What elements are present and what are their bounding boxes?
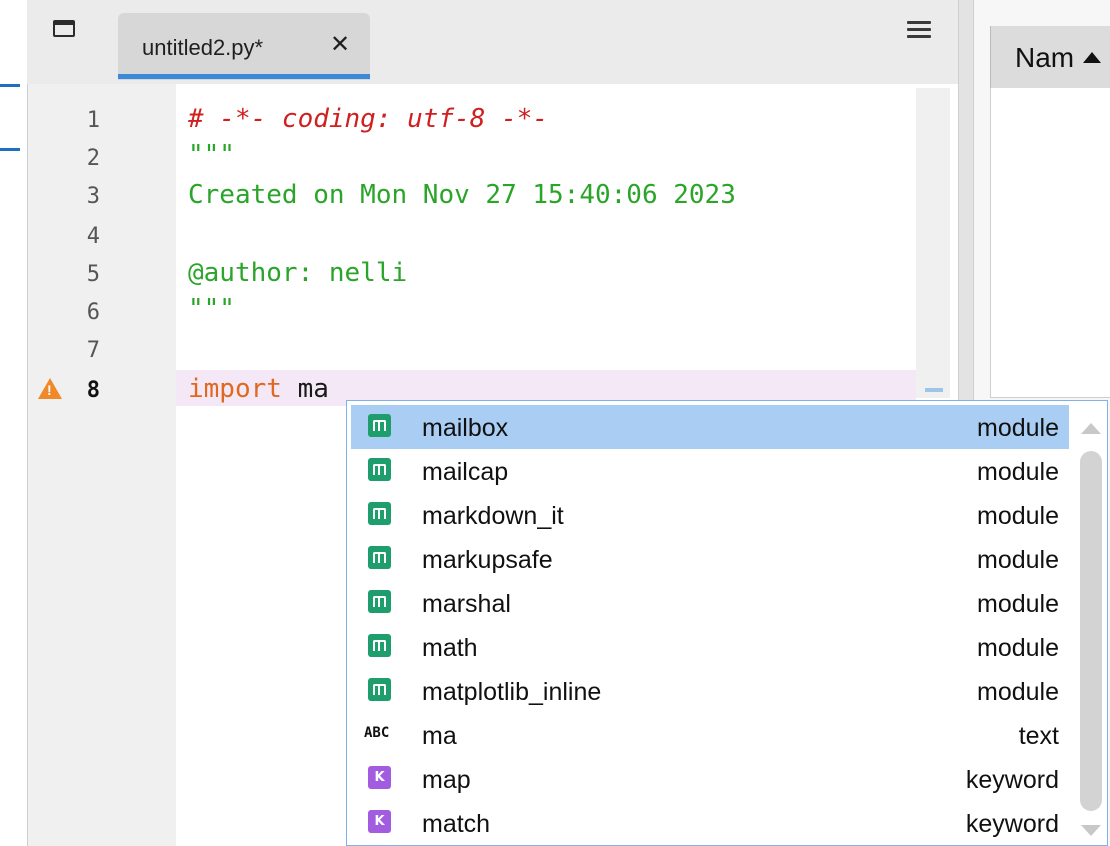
module-icon [368,634,391,657]
sort-ascending-icon [1083,52,1101,63]
autocomplete-popup[interactable]: mailbox module mailcap module markdown_it mod… [346,400,1108,846]
code-token: ma [281,374,329,404]
code-token: Created on Mon Nov 27 15:40:06 2023 [188,180,736,210]
line-number: 4 [86,224,100,249]
line-number: 2 [86,146,100,171]
module-icon [368,502,391,525]
completion-name: match [422,810,491,838]
completion-item[interactable]: markdown_it module [351,493,1069,537]
completion-item[interactable]: mailcap module [351,449,1069,493]
completion-name: markdown_it [422,502,564,530]
completion-kind: module [977,634,1059,662]
code-token: """ [188,140,235,170]
line-number: 3 [86,184,100,209]
completion-kind: module [977,414,1059,442]
line-number: 5 [86,262,100,287]
tab-untitled2[interactable]: untitled2.py* ✕ [118,13,370,80]
code-token: # -*- coding: utf-8 -*- [188,104,549,134]
warning-icon[interactable] [38,378,62,399]
scroll-up-icon[interactable] [1081,423,1101,434]
completion-item[interactable]: markupsafe module [351,537,1069,581]
code-line[interactable]: # -*- coding: utf-8 -*- [188,104,548,134]
hamburger-menu-icon[interactable] [907,21,931,42]
text-icon: ABC [364,725,390,741]
scroll-down-icon[interactable] [1081,825,1101,836]
module-icon [368,414,391,437]
module-icon [368,546,391,569]
completion-kind: keyword [965,766,1059,794]
tab-active-indicator [118,74,370,79]
completion-kind: module [977,502,1059,530]
line-number: 6 [86,300,100,325]
code-line[interactable]: """ [188,140,235,170]
completion-name: ma [422,722,457,750]
completion-name: matplotlib_inline [422,678,602,706]
completion-name: mailcap [422,458,509,486]
editor-scroll-marker [925,388,943,392]
completion-item[interactable]: math module [351,625,1069,669]
background-window-strip [0,0,27,846]
code-line[interactable]: """ [188,294,235,324]
completion-kind: module [977,458,1059,486]
scroll-thumb[interactable] [1080,451,1102,811]
window-icon[interactable] [53,20,75,37]
column-header-label: Nam [1015,42,1075,73]
completion-name: math [422,634,478,662]
completion-item[interactable]: Kmatch keyword [351,801,1069,845]
code-token: """ [188,294,235,324]
completion-kind: module [977,678,1059,706]
module-icon [368,678,391,701]
column-header-name[interactable]: Nam [990,26,1110,88]
code-line[interactable]: Created on Mon Nov 27 15:40:06 2023 [188,180,736,210]
editor-scrollbar[interactable] [916,88,950,398]
completion-item[interactable]: Kmap keyword [351,757,1069,801]
completion-name: marshal [422,590,511,618]
completion-item[interactable]: ABC ma text [351,713,1069,757]
module-icon [368,458,391,481]
completion-item[interactable]: matplotlib_inline module [351,669,1069,713]
tab-label: untitled2.py* [142,35,264,60]
completion-kind: module [977,590,1059,618]
line-number: 7 [86,338,100,363]
keyword-icon: K [368,766,391,789]
line-number: 1 [86,108,100,133]
keyword-icon: K [368,810,391,833]
completion-kind: module [977,546,1059,574]
code-line[interactable]: import ma [188,374,329,404]
completion-item[interactable]: marshal module [351,581,1069,625]
close-icon[interactable]: ✕ [330,33,350,57]
background-accent-bar [0,84,20,87]
code-token: @author: nelli [188,258,408,288]
code-line[interactable]: @author: nelli [188,258,407,288]
module-icon [368,590,391,613]
completion-name: markupsafe [422,546,553,574]
completion-name: map [422,766,471,794]
completion-kind: keyword [965,810,1059,838]
variable-explorer-table [990,88,1110,398]
completion-name: mailbox [422,414,509,442]
background-accent-bar [0,148,20,151]
completion-kind: text [1018,722,1059,750]
code-token: import [188,374,282,404]
completion-item[interactable]: mailbox module [351,405,1069,449]
